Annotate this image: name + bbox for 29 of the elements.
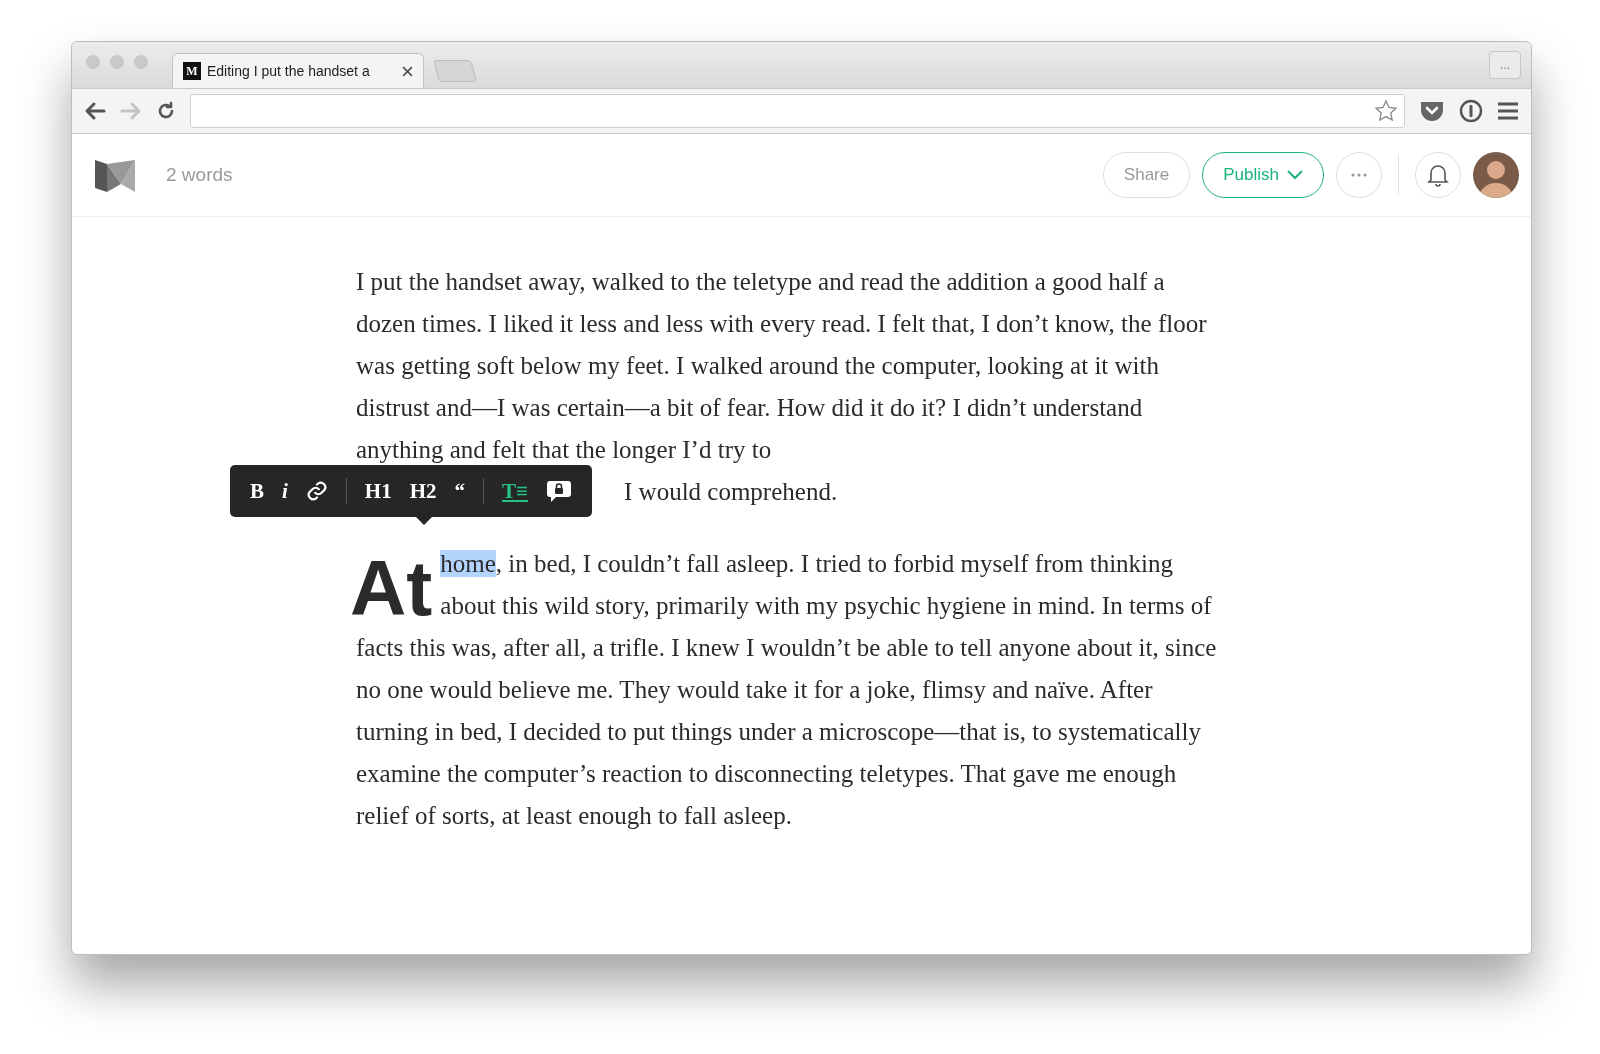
menu-icon[interactable] xyxy=(1497,101,1519,121)
chevron-down-icon xyxy=(1287,170,1303,180)
locked-comment-icon xyxy=(546,479,573,503)
format-button[interactable]: H1 xyxy=(358,473,398,509)
star-icon[interactable] xyxy=(1374,99,1398,123)
overflow-button[interactable]: ... xyxy=(1489,51,1521,79)
notifications-button[interactable] xyxy=(1415,152,1461,198)
browser-tab[interactable]: M Editing I put the handset a xyxy=(172,53,424,88)
user-avatar[interactable] xyxy=(1473,152,1519,198)
format-button[interactable]: B xyxy=(244,473,270,509)
logo-icon xyxy=(94,158,136,192)
address-field[interactable] xyxy=(190,94,1405,128)
format-button[interactable]: T≡ xyxy=(496,473,535,509)
word-count: 2 words xyxy=(166,164,233,186)
reload-icon[interactable] xyxy=(156,101,176,121)
format-button[interactable]: i xyxy=(276,473,294,509)
back-icon[interactable] xyxy=(84,101,106,121)
tab-title: Editing I put the handset a xyxy=(207,63,371,79)
close-icon[interactable] xyxy=(402,65,413,77)
password-icon[interactable] xyxy=(1459,99,1483,123)
format-button[interactable]: “ xyxy=(448,473,472,509)
pocket-icon[interactable] xyxy=(1419,99,1445,123)
bell-icon xyxy=(1427,163,1449,187)
paragraph: I put the handset away, walked to the teletype and read the addition a good half a dozen times. I liked it less and less with every read. I felt that, I don’t know, the floor was getting soft below my feet. I walked around the computer, looking at it with distrust and—I was certain—a bit of fear. How did it do it? I didn’t understand anything and felt that the longer I’d try to xyxy=(356,267,1208,465)
format-button[interactable]: H2 xyxy=(403,473,443,509)
site-favicon: M xyxy=(183,62,201,80)
link-icon xyxy=(305,480,328,502)
paragraph-line: I would comprehend. xyxy=(624,477,839,507)
more-icon xyxy=(1351,173,1367,177)
